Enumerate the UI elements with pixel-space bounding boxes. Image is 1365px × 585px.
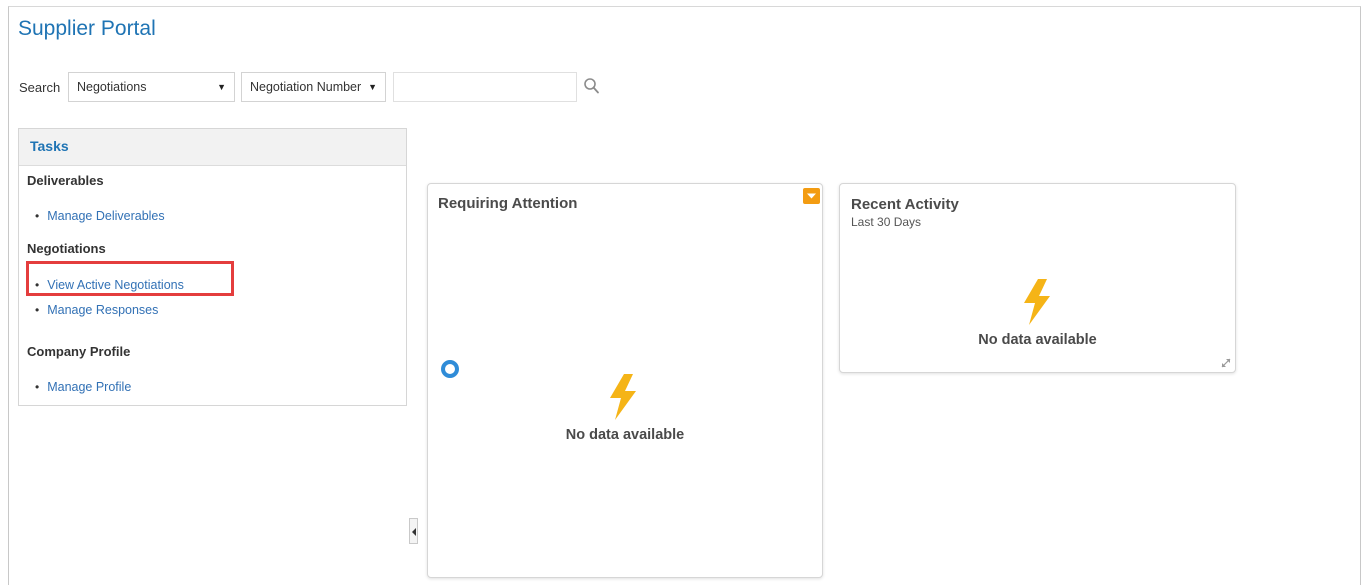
task-link-label: Manage Responses <box>47 303 159 317</box>
task-link-manage-deliverables[interactable]: • Manage Deliverables <box>35 209 165 223</box>
collapse-panel-handle[interactable] <box>409 518 418 544</box>
expand-icon[interactable] <box>1220 357 1232 369</box>
task-link-label: Manage Deliverables <box>47 209 165 223</box>
search-input[interactable] <box>393 72 577 102</box>
card-title: Requiring Attention <box>438 195 578 212</box>
search-category-select[interactable]: Negotiations ▼ <box>68 72 235 102</box>
requiring-attention-card: Requiring Attention No data available <box>427 183 823 578</box>
search-field-value: Negotiation Number <box>250 80 362 94</box>
card-subtitle: Last 30 Days <box>851 215 922 229</box>
recent-activity-card: Recent Activity Last 30 Days No data ava… <box>839 183 1236 373</box>
chevron-left-icon <box>412 528 416 536</box>
bullet: • <box>35 303 40 317</box>
card-title: Recent Activity <box>851 196 959 213</box>
task-link-manage-responses[interactable]: • Manage Responses <box>35 303 158 317</box>
search-field-select[interactable]: Negotiation Number ▼ <box>241 72 386 102</box>
empty-state-text: No data available <box>978 332 1097 348</box>
bullet: • <box>35 380 40 394</box>
group-title-company-profile: Company Profile <box>27 344 131 359</box>
empty-state-text: No data available <box>565 427 685 443</box>
task-link-manage-profile[interactable]: • Manage Profile <box>35 380 131 394</box>
loading-spinner-icon <box>441 360 459 378</box>
highlight-annotation <box>26 261 234 296</box>
dropdown-arrow-icon: ▼ <box>217 82 226 92</box>
group-title-negotiations: Negotiations <box>27 241 106 256</box>
tasks-header: Tasks <box>19 129 406 166</box>
search-label: Search <box>19 80 61 95</box>
lightning-bolt-icon <box>610 374 636 420</box>
search-icon[interactable] <box>583 77 601 97</box>
page-title: Supplier Portal <box>18 17 156 40</box>
search-category-value: Negotiations <box>77 80 147 94</box>
task-link-label: Manage Profile <box>47 380 132 394</box>
lightning-bolt-icon <box>1024 279 1050 325</box>
chevron-down-icon[interactable] <box>803 188 820 204</box>
bullet: • <box>35 209 40 223</box>
group-title-deliverables: Deliverables <box>27 173 104 188</box>
dropdown-arrow-icon: ▼ <box>368 82 377 92</box>
